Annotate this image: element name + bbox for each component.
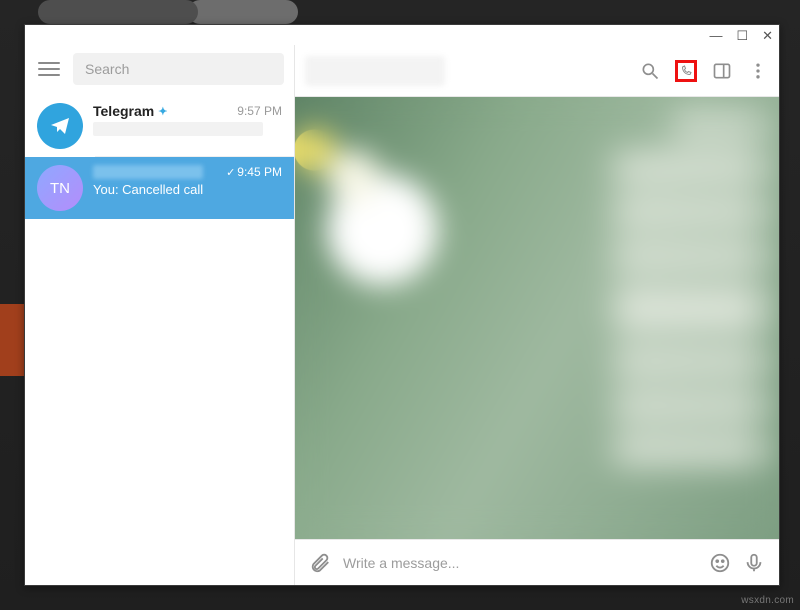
- chat-list-item-telegram[interactable]: Telegram ✦ 9:57 PM: [25, 95, 294, 157]
- watermark: wsxdn.com: [741, 595, 794, 606]
- window-maximize-button[interactable]: ☐: [736, 29, 748, 42]
- messages-area[interactable]: [295, 97, 779, 539]
- side-panel-icon[interactable]: [711, 60, 733, 82]
- bg-cloud: [38, 0, 198, 24]
- read-check-icon: ✓: [226, 167, 235, 179]
- sidebar-header: Search: [25, 45, 294, 95]
- more-vertical-icon[interactable]: [747, 60, 769, 82]
- message-composer: Write a message...: [295, 539, 779, 585]
- chat-item-time: 9:57 PM: [237, 104, 282, 118]
- sidebar: Search Telegram ✦ 9:57 PM: [25, 45, 295, 585]
- time-label: 9:45 PM: [237, 165, 282, 179]
- message-input[interactable]: Write a message...: [343, 555, 697, 571]
- blurred-messages: [613, 117, 763, 465]
- conversation-pane: Write a message...: [295, 45, 779, 585]
- window-close-button[interactable]: ✕: [762, 29, 773, 42]
- conversation-title[interactable]: [305, 56, 445, 86]
- search-icon[interactable]: [639, 60, 661, 82]
- menu-icon[interactable]: [35, 58, 63, 80]
- conversation-header: [295, 45, 779, 97]
- chat-name-label: Telegram: [93, 103, 154, 119]
- search-input[interactable]: Search: [73, 53, 284, 85]
- chat-item-body: Telegram ✦ 9:57 PM: [93, 103, 282, 136]
- chat-item-time: ✓9:45 PM: [226, 165, 282, 179]
- smile-icon[interactable]: [709, 552, 731, 574]
- chat-item-name: [93, 165, 203, 179]
- chat-item-name: Telegram ✦: [93, 103, 167, 119]
- chat-list-item-selected[interactable]: TN ✓9:45 PM You: Cancelled call: [25, 157, 294, 219]
- avatar: TN: [37, 165, 83, 211]
- paperclip-icon[interactable]: [309, 552, 331, 574]
- paper-plane-icon: [48, 114, 72, 138]
- avatar: [37, 103, 83, 149]
- chat-item-body: ✓9:45 PM You: Cancelled call: [93, 165, 282, 197]
- window-titlebar: — ☐ ✕: [25, 25, 779, 45]
- bg-cloud: [188, 0, 298, 24]
- app-body: Search Telegram ✦ 9:57 PM: [25, 45, 779, 585]
- microphone-icon[interactable]: [743, 552, 765, 574]
- header-actions: [639, 60, 769, 82]
- chat-item-preview: [93, 122, 263, 136]
- chat-item-preview: You: Cancelled call: [93, 182, 282, 197]
- window-minimize-button[interactable]: —: [709, 29, 722, 42]
- redacted-name: [93, 165, 203, 179]
- phone-icon[interactable]: [675, 60, 697, 82]
- verified-badge-icon: ✦: [158, 105, 167, 118]
- app-window: — ☐ ✕ Search Telegram: [24, 24, 780, 586]
